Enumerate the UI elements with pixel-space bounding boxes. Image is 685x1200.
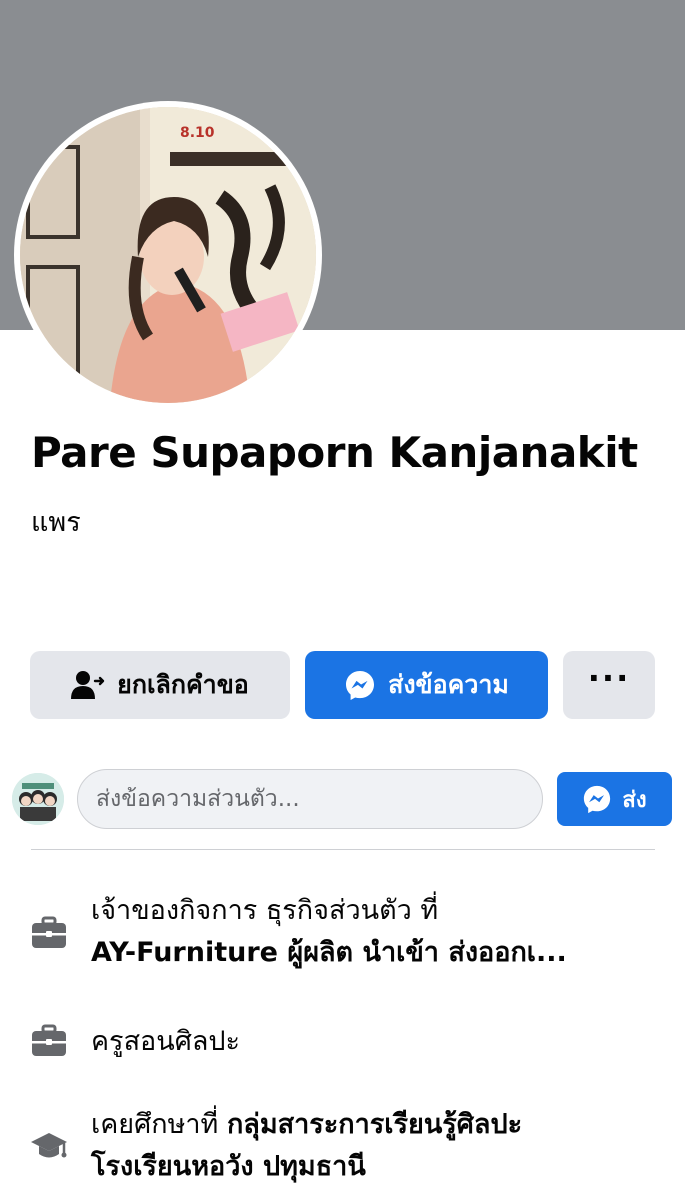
profile-photo-image: 8.10 [20,107,316,403]
messenger-icon [344,669,376,701]
more-dots-icon: ··· [587,659,631,697]
viewer-avatar[interactable] [12,773,64,825]
cancel-request-label: ยกเลิกคำขอ [117,670,249,699]
divider [31,849,655,850]
person-arrow-icon [71,670,105,700]
profile-name: Pare Supaporn Kanjanakit [31,428,638,477]
work-info-1: เจ้าของกิจการ ธุรกิจส่วนตัว ที่ AY-Furni… [91,890,651,974]
profile-nickname: แพร [31,507,81,538]
more-button[interactable]: ··· [563,651,655,719]
svg-text:8.10: 8.10 [180,125,215,141]
message-button[interactable]: ส่งข้อความ [305,651,548,719]
briefcase-icon [30,914,68,952]
profile-page: 8.10 Pare Supaporn Kanjanakit แพร ยกเลิก [0,0,685,1200]
education-info: เคยศึกษาที่ กลุ่มสาระการเรียนรู้ศิลปะ โร… [91,1104,651,1188]
profile-picture[interactable]: 8.10 [20,107,316,403]
messenger-icon [582,784,612,814]
education-place-line1[interactable]: กลุ่มสาระการเรียนรู้ศิลปะ [227,1109,522,1140]
work-info-1-prefix: เจ้าของกิจการ ธุรกิจส่วนตัว ที่ [91,895,439,926]
briefcase-icon [30,1022,68,1060]
work-info-1-place[interactable]: AY-Furniture ผู้ผลิต นำเข้า ส่งออกเ... [91,932,651,974]
private-message-send-label: ส่ง [622,787,647,813]
work-info-2-text: ครูสอนศิลปะ [91,1026,241,1057]
work-info-2: ครูสอนศิลปะ [91,1021,651,1063]
profile-picture-frame: 8.10 [14,101,322,409]
private-message-send-button[interactable]: ส่ง [557,772,672,826]
cancel-request-button[interactable]: ยกเลิกคำขอ [30,651,290,719]
education-place-line2[interactable]: โรงเรียนหอวัง ปทุมธานี [91,1151,366,1182]
message-label: ส่งข้อความ [388,670,509,699]
private-message-input[interactable]: ส่งข้อความส่วนตัว... [77,769,543,829]
graduation-cap-icon [30,1128,68,1166]
viewer-avatar-image [12,773,64,825]
education-prefix: เคยศึกษาที่ [91,1109,227,1140]
private-message-placeholder: ส่งข้อความส่วนตัว... [96,786,300,812]
